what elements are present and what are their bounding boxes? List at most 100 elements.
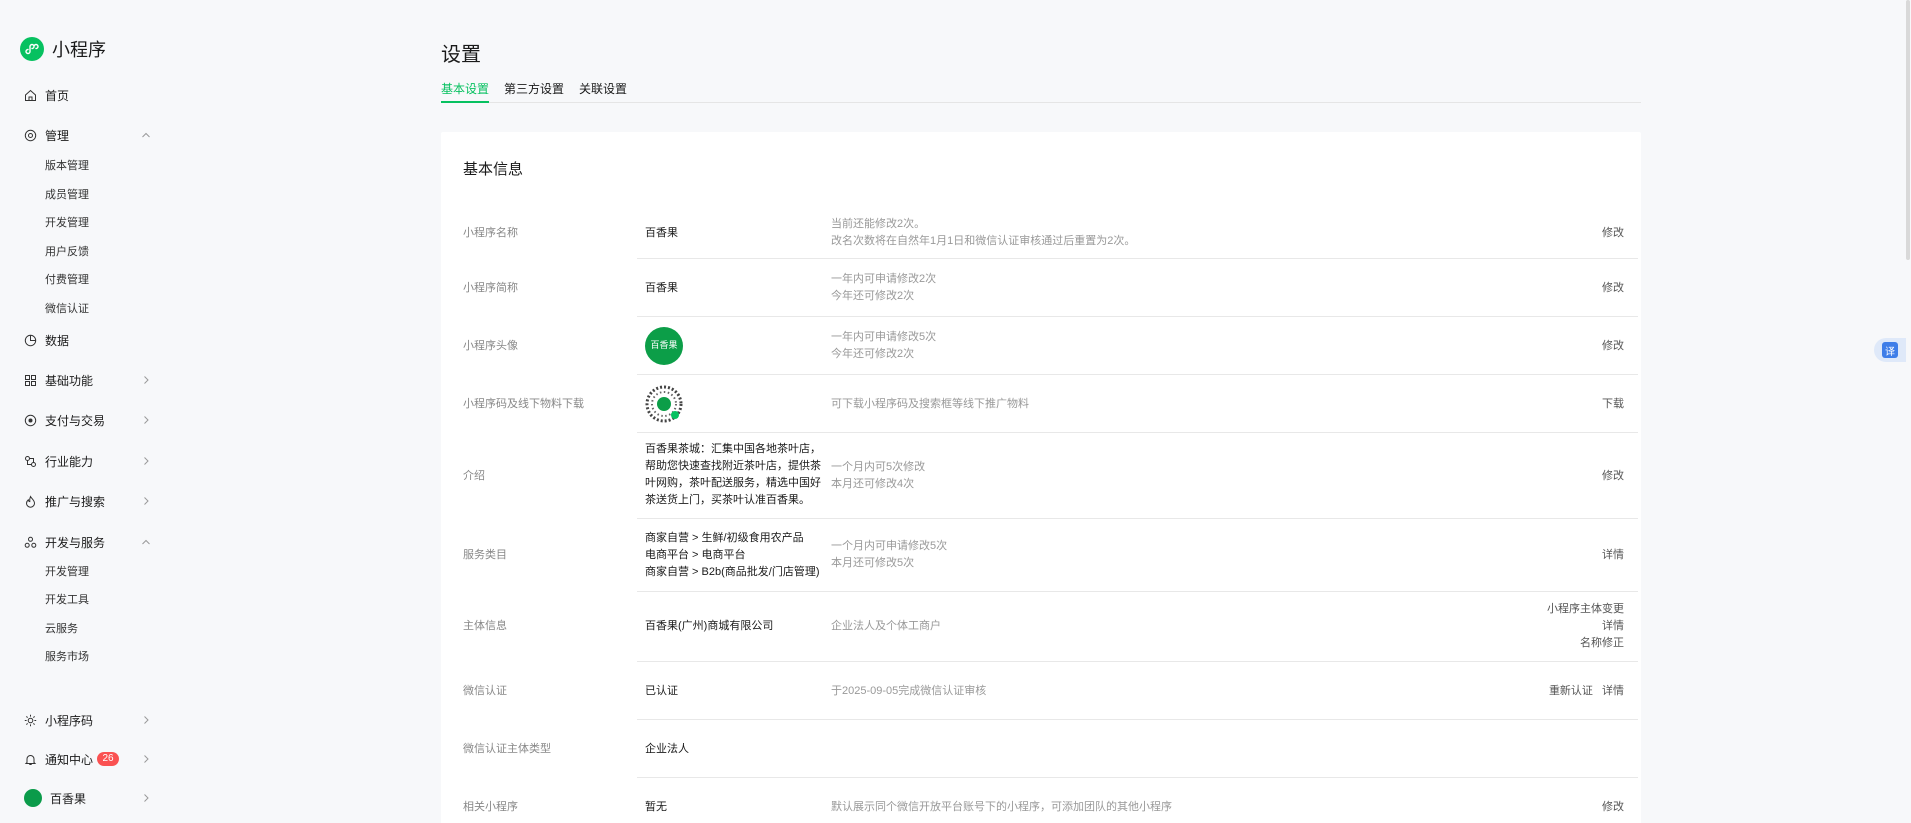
sidebar-item-label: 基础功能 (45, 373, 94, 388)
desc-line: 今年还可修改2次 (831, 348, 915, 360)
row-desc: 一年内可申请修改2次 今年还可修改2次 (831, 271, 1551, 305)
info-row-entity: 主体信息 百香果(广州)商城有限公司 企业法人及个体工商户 小程序主体变更 详情… (463, 592, 1638, 662)
desc-line: 一年内可申请修改2次 (831, 273, 937, 285)
edit-intro-link[interactable]: 修改 (1602, 468, 1624, 485)
edit-related-link[interactable]: 修改 (1602, 799, 1624, 816)
sidebar-item-label: 支付与交易 (45, 413, 106, 428)
pie-chart-icon (24, 334, 37, 347)
sidebar-item-notifications[interactable]: 通知中心 26 (24, 748, 152, 770)
category-detail-link[interactable]: 详情 (1602, 547, 1624, 564)
sidebar-subitem-wechat-auth[interactable]: 微信认证 (45, 301, 89, 317)
basic-info-card: 基本信息 小程序名称 百香果 当前还能修改2次。 改名次数将在自然年1月1日和微… (441, 132, 1641, 823)
sidebar-item-home[interactable]: 首页 (24, 84, 152, 106)
info-row-intro: 介绍 百香果茶城：汇集中国各地茶叶店， 帮助您快速查找附近茶叶店，提供茶 叶网购… (463, 433, 1638, 519)
target-icon (24, 129, 37, 142)
row-value: 暂无 (645, 801, 667, 813)
row-desc: 一个月内可申请修改5次 本月还可修改5次 (831, 538, 1551, 572)
sidebar-subitem-dev-manage[interactable]: 开发管理 (45, 564, 89, 580)
row-value: 商家自营 > 生鲜/初级食用农产品 电商平台 > 电商平台 商家自营 > B2b… (645, 530, 835, 581)
sidebar-item-manage[interactable]: 管理 (24, 124, 152, 146)
sidebar-item-label: 行业能力 (45, 454, 94, 469)
row-label: 小程序简称 (463, 282, 518, 294)
row-value: 百香果 (645, 227, 678, 239)
sidebar-subitem-feedback[interactable]: 用户反馈 (45, 244, 89, 260)
edit-short-name-link[interactable]: 修改 (1602, 280, 1624, 297)
chevron-right-icon (144, 497, 149, 505)
info-row-short-name: 小程序简称 百香果 一年内可申请修改2次 今年还可修改2次 修改 (463, 259, 1638, 317)
sidebar-item-payment[interactable]: 支付与交易 (24, 409, 152, 431)
info-row-auth-entity-type: 微信认证主体类型 企业法人 (463, 720, 1638, 778)
settings-tabs: 基本设置 第三方设置 关联设置 (441, 80, 1641, 103)
intro-line: 帮助您快速查找附近茶叶店，提供茶 (645, 460, 821, 472)
name-correction-link[interactable]: 名称修正 (1547, 635, 1624, 652)
sidebar-subitem-members[interactable]: 成员管理 (45, 187, 89, 203)
category-line: 商家自营 > B2b(商品批发/门店管理) (645, 566, 820, 578)
sidebar-subitem-market[interactable]: 服务市场 (45, 649, 89, 665)
row-label: 微信认证主体类型 (463, 743, 551, 755)
entity-change-link[interactable]: 小程序主体变更 (1547, 601, 1624, 618)
miniprogram-logo-icon (20, 37, 44, 61)
info-row-qrcode: 小程序码及线下物料下载 可下载小程序码及搜索框等线下推广物料 下载 (463, 375, 1638, 433)
brand[interactable]: 小程序 (20, 36, 106, 62)
chevron-right-icon (144, 716, 149, 724)
sidebar-subitem-dev[interactable]: 开发管理 (45, 215, 89, 231)
auth-detail-link[interactable]: 详情 (1602, 685, 1624, 697)
sidebar-item-dev-service[interactable]: 开发与服务 (24, 531, 152, 553)
page-title: 设置 (441, 44, 481, 66)
chevron-right-icon (144, 376, 149, 384)
row-desc: 企业法人及个体工商户 (831, 620, 941, 632)
notification-count-badge: 26 (97, 752, 120, 766)
row-label: 介绍 (463, 470, 485, 482)
scrollbar[interactable] (1905, 0, 1911, 823)
row-desc: 默认展示同个微信开放平台账号下的小程序，可添加团队的其他小程序 (831, 801, 1172, 813)
edit-avatar-link[interactable]: 修改 (1602, 338, 1624, 355)
sidebar-item-data[interactable]: 数据 (24, 329, 152, 351)
sidebar-item-industry[interactable]: 行业能力 (24, 450, 152, 472)
desc-line: 今年还可修改2次 (831, 290, 915, 302)
entity-detail-link[interactable]: 详情 (1547, 618, 1624, 635)
chevron-up-icon (142, 539, 150, 545)
row-value: 百香果 (645, 282, 678, 294)
intro-line: 茶送货上门，买茶叶认准百香果。 (645, 494, 810, 506)
row-desc: 可下载小程序码及搜索框等线下推广物料 (831, 398, 1029, 410)
auth-actions: 重新认证 详情 (1549, 683, 1624, 700)
edit-name-link[interactable]: 修改 (1602, 225, 1624, 242)
sidebar-item-label: 数据 (45, 333, 70, 348)
industry-icon (24, 455, 37, 468)
sidebar-item-label: 开发与服务 (45, 535, 106, 550)
sidebar-subitem-cloud[interactable]: 云服务 (45, 621, 78, 637)
row-label: 主体信息 (463, 620, 507, 632)
sidebar-item-label: 首页 (45, 88, 70, 103)
desc-line: 一个月内可申请修改5次 (831, 540, 948, 552)
card-title: 基本信息 (463, 161, 524, 178)
sidebar-item-basic[interactable]: 基础功能 (24, 369, 152, 391)
payment-icon (24, 414, 37, 427)
row-value: 百香果(广州)商城有限公司 (645, 620, 774, 632)
intro-line: 百香果茶城：汇集中国各地茶叶店， (645, 443, 821, 455)
sidebar-subitem-payment[interactable]: 付费管理 (45, 272, 89, 288)
row-label: 小程序码及线下物料下载 (463, 398, 584, 410)
download-qrcode-link[interactable]: 下载 (1602, 396, 1624, 413)
tab-third-party-settings[interactable]: 第三方设置 (504, 80, 564, 103)
sidebar-subitem-version[interactable]: 版本管理 (45, 158, 89, 174)
intro-line: 叶网购，茶叶配送服务，精选中国好 (645, 477, 821, 489)
tab-basic-settings[interactable]: 基本设置 (441, 80, 490, 103)
chevron-up-icon (142, 132, 150, 138)
tab-association-settings[interactable]: 关联设置 (579, 80, 627, 103)
translate-button[interactable]: 译 (1874, 338, 1906, 362)
sidebar-subitem-dev-tools[interactable]: 开发工具 (45, 592, 89, 608)
row-label: 小程序名称 (463, 227, 518, 239)
info-row-wechat-auth: 微信认证 已认证 于2025-09-05完成微信认证审核 重新认证 详情 (463, 662, 1638, 720)
flame-icon (24, 494, 37, 508)
desc-line: 改名次数将在自然年1月1日和微信认证审核通过后重置为2次。 (831, 235, 1136, 247)
sidebar-item-promotion[interactable]: 推广与搜索 (24, 490, 152, 512)
sidebar-item-qrcode[interactable]: 小程序码 (24, 709, 152, 731)
sidebar-item-account[interactable]: 百香果 (24, 787, 152, 809)
scrollbar-thumb[interactable] (1906, 0, 1910, 260)
reauth-link[interactable]: 重新认证 (1549, 685, 1593, 697)
row-label: 相关小程序 (463, 801, 518, 813)
category-line: 电商平台 > 电商平台 (645, 549, 746, 561)
home-icon (24, 89, 37, 102)
sidebar: 小程序 首页 管理 版本管理 成员管理 开发管理 用户反馈 付费管理 微信认证 … (0, 0, 172, 823)
row-value: 百香果 (645, 327, 827, 365)
